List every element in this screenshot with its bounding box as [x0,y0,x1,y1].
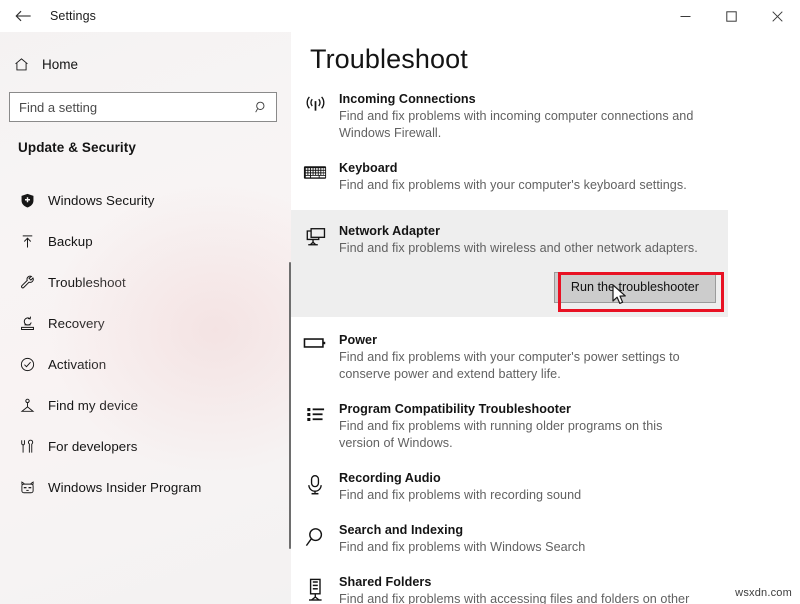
window-controls [662,0,800,32]
shared-folders-icon [291,574,339,604]
sidebar-item-label: For developers [48,439,138,454]
sidebar-item-label: Recovery [48,316,105,331]
sidebar-item-label: Troubleshoot [48,275,126,290]
sidebar-item-label: Find my device [48,398,139,413]
sidebar-item-troubleshoot[interactable]: Troubleshoot [0,262,291,303]
back-button[interactable] [0,0,46,32]
troubleshooter-item-search-and-indexing[interactable]: Search and Indexing Find and fix problem… [291,519,800,559]
battery-icon [291,332,339,383]
troubleshooter-item-shared-folders[interactable]: Shared Folders Find and fix problems wit… [291,571,800,604]
recovery-arrow-icon [6,315,48,332]
sidebar-item-label: Windows Security [48,193,155,208]
location-pin-icon [6,397,48,414]
troubleshooter-name: Incoming Connections [339,92,476,106]
sidebar-item-backup[interactable]: Backup [0,221,291,262]
microphone-icon [291,470,339,504]
list-icon [291,401,339,452]
troubleshooter-name: Recording Audio [339,471,441,485]
troubleshooter-description: Find and fix problems with incoming comp… [339,109,694,140]
troubleshooter-name: Program Compatibility Troubleshooter [339,402,572,416]
watermark: wsxdn.com [735,587,792,599]
close-button[interactable] [754,0,800,32]
troubleshooter-description: Find and fix problems with wireless and … [339,241,698,255]
troubleshooter-description: Find and fix problems with Windows Searc… [339,540,586,554]
run-the-troubleshooter-button[interactable]: Run the troubleshooter [553,272,716,303]
ninjacat-icon [6,479,48,496]
shield-icon [6,192,48,209]
keyboard-icon [291,160,339,194]
troubleshooter-item-keyboard[interactable]: Keyboard Find and fix problems with your… [291,157,800,197]
broadcast-signal-icon [291,91,339,142]
sidebar-item-activation[interactable]: Activation [0,344,291,385]
troubleshooter-text: Shared Folders Find and fix problems wit… [339,574,699,604]
troubleshooter-description: Find and fix problems with your computer… [339,178,687,192]
sidebar-item-recovery[interactable]: Recovery [0,303,291,344]
troubleshooter-name: Power [339,333,378,347]
window-title: Settings [50,9,96,23]
troubleshooter-item-network-adapter[interactable]: Network Adapter Find and fix problems wi… [291,210,728,317]
sidebar-item-find-my-device[interactable]: Find my device [0,385,291,426]
troubleshooter-text: Program Compatibility Troubleshooter Fin… [339,401,689,452]
sidebar-nav-list: Windows Security Backup Troubleshoot Rec… [0,180,291,508]
troubleshooter-description: Find and fix problems with running older… [339,419,663,450]
network-adapter-icon [291,223,339,257]
upload-arrow-icon [6,233,48,250]
search-icon [246,100,276,115]
troubleshooter-description: Find and fix problems with recording sou… [339,488,582,502]
troubleshooter-description: Find and fix problems with your computer… [339,350,680,381]
troubleshooter-name: Keyboard [339,161,398,175]
magnifier-icon [291,522,339,556]
troubleshooter-item-incoming-connections[interactable]: Incoming Connections Find and fix proble… [291,88,800,145]
troubleshooter-text: Incoming Connections Find and fix proble… [339,91,743,142]
sidebar-item-label: Activation [48,357,107,372]
sidebar-item-windows-security[interactable]: Windows Security [0,180,291,221]
title-bar: Settings [0,0,800,32]
search-box[interactable] [9,92,277,122]
sidebar-item-label: Windows Insider Program [48,480,202,495]
wrench-icon [6,274,48,291]
minimize-button[interactable] [662,0,708,32]
troubleshooter-text: Recording Audio Find and fix problems wi… [339,470,591,504]
sidebar-item-label: Backup [48,234,93,249]
sidebar-section-title: Update & Security [18,140,136,155]
troubleshooter-name: Shared Folders [339,575,432,589]
troubleshooter-list: Incoming Connections Find and fix proble… [291,88,800,604]
sidebar-item-windows-insider-program[interactable]: Windows Insider Program [0,467,291,508]
check-circle-icon [6,356,48,373]
search-input[interactable] [10,93,246,121]
troubleshooter-name: Search and Indexing [339,523,464,537]
troubleshooter-description: Find and fix problems with accessing fil… [339,592,690,604]
settings-window: Home Update & Security Windows [0,0,800,604]
page-title: Troubleshoot [310,44,468,74]
troubleshooter-item-recording-audio[interactable]: Recording Audio Find and fix problems wi… [291,467,800,507]
troubleshooter-item-program-compatibility[interactable]: Program Compatibility Troubleshooter Fin… [291,398,800,455]
main-content: Troubleshoot Incoming Connections Find a… [291,0,800,604]
sidebar-item-for-developers[interactable]: For developers [0,426,291,467]
sidebar: Home Update & Security Windows [0,0,291,604]
maximize-button[interactable] [708,0,754,32]
sidebar-scrollbar-thumb[interactable] [289,262,291,549]
troubleshooter-text: Power Find and fix problems with your co… [339,332,715,383]
troubleshooter-name: Network Adapter [339,224,441,238]
sidebar-item-home[interactable]: Home [0,48,291,80]
troubleshooter-item-power[interactable]: Power Find and fix problems with your co… [291,329,800,386]
troubleshooter-text: Search and Indexing Find and fix problem… [339,522,595,556]
sidebar-home-label: Home [42,56,79,72]
troubleshooter-text: Keyboard Find and fix problems with your… [339,160,697,194]
tools-icon [6,438,48,455]
troubleshooter-text: Network Adapter Find and fix problems wi… [339,223,708,257]
home-icon [0,56,42,73]
